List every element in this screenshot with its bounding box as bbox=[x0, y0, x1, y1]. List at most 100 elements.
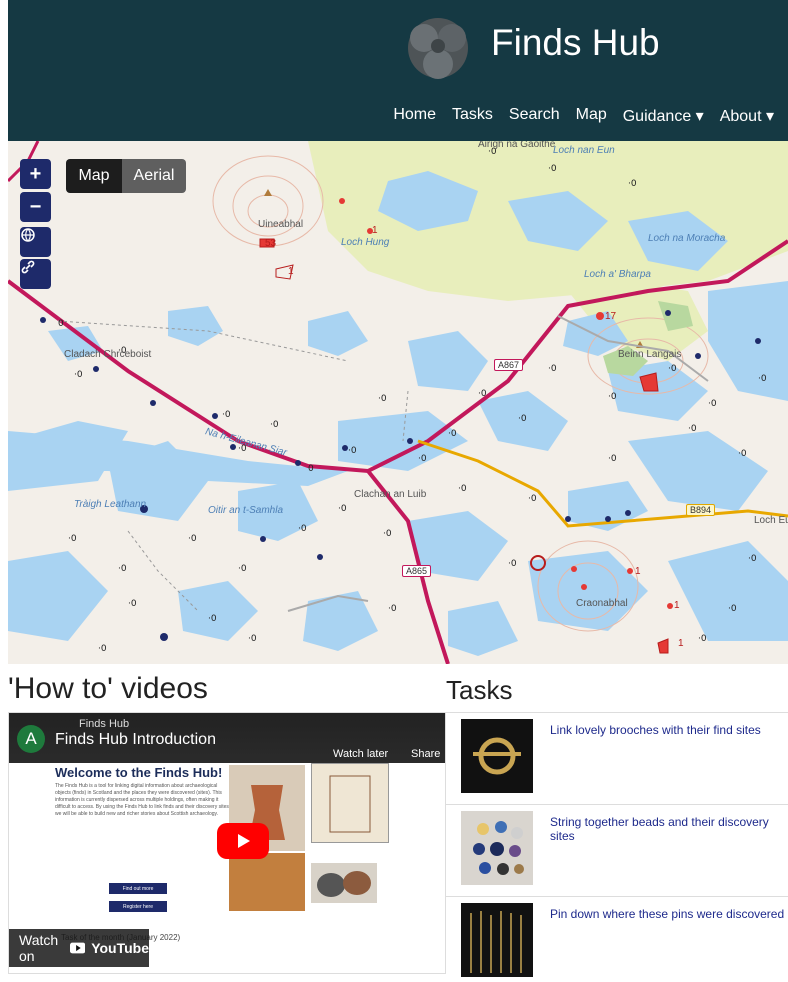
task-link[interactable]: Link lovely brooches with their find sit… bbox=[550, 723, 761, 737]
svg-text:·0: ·0 bbox=[418, 454, 427, 464]
svg-text:·0: ·0 bbox=[698, 634, 707, 644]
place-label: Beinn Langais bbox=[618, 349, 682, 360]
video-image-drawing bbox=[311, 763, 389, 843]
watch-later-button[interactable]: Watch later bbox=[333, 748, 388, 760]
place-label: Àirigh na Gaoithe bbox=[478, 141, 556, 150]
map-layer-button[interactable]: Map bbox=[66, 159, 122, 193]
svg-text:·0: ·0 bbox=[298, 524, 307, 534]
zoom-out-button[interactable]: − bbox=[20, 192, 51, 222]
water-label: Tràigh Leathann bbox=[74, 499, 147, 510]
place-label: Uineabhal bbox=[258, 219, 304, 230]
svg-text:·0: ·0 bbox=[270, 420, 279, 430]
finds-map[interactable]: 0·0·0 ·0·0·0 0·0·0 ·0·0·0 ·0·0·0 ·0·0·0 … bbox=[8, 141, 788, 664]
map-canvas: 0·0·0 ·0·0·0 0·0·0 ·0·0·0 ·0·0·0 ·0·0·0 … bbox=[8, 141, 788, 664]
svg-text:·0: ·0 bbox=[383, 529, 392, 539]
svg-text:·0: ·0 bbox=[548, 164, 557, 174]
svg-text:·0: ·0 bbox=[238, 564, 247, 574]
watch-on-label: Watch on bbox=[19, 932, 59, 964]
site-logo[interactable] bbox=[398, 12, 478, 84]
video-image-cist bbox=[229, 853, 305, 911]
watch-on-youtube-button[interactable]: Watch on YouTube bbox=[9, 929, 149, 967]
svg-text:·0: ·0 bbox=[728, 604, 737, 614]
place-label: Cladach Chrceboist bbox=[64, 349, 152, 360]
find-count[interactable]: 1 bbox=[372, 225, 378, 236]
find-out-more-button: Find out more bbox=[109, 883, 167, 894]
svg-text:·0: ·0 bbox=[128, 599, 137, 609]
find-count[interactable]: 17 bbox=[605, 311, 616, 322]
youtube-embed[interactable]: A Finds Hub Finds Hub Introduction Watch… bbox=[8, 712, 446, 974]
svg-text:·0: ·0 bbox=[748, 554, 757, 564]
svg-text:·0: ·0 bbox=[338, 504, 347, 514]
road-label: A865 bbox=[402, 565, 432, 577]
tasks-heading: Tasks bbox=[446, 675, 513, 705]
svg-text:·0: ·0 bbox=[348, 446, 357, 456]
svg-text:·0: ·0 bbox=[68, 534, 77, 544]
svg-text:·0: ·0 bbox=[98, 644, 107, 654]
road-label: A867 bbox=[494, 359, 524, 371]
video-channel[interactable]: Finds Hub bbox=[79, 718, 129, 730]
task-item[interactable]: Pin down where these pins were discovere… bbox=[446, 896, 788, 977]
site-header: Finds Hub Home Tasks Search Map Guidance… bbox=[8, 0, 788, 141]
svg-text:0: 0 bbox=[308, 464, 314, 474]
nav-home[interactable]: Home bbox=[393, 106, 436, 126]
svg-text:·0: ·0 bbox=[118, 564, 127, 574]
video-welcome-heading: Welcome to the Finds Hub! bbox=[55, 765, 223, 780]
globe-icon[interactable] bbox=[20, 227, 51, 257]
video-welcome-text: The Finds Hub is a tool for linking digi… bbox=[55, 783, 231, 817]
svg-text:·0: ·0 bbox=[458, 484, 467, 494]
task-item[interactable]: String together beads and their discover… bbox=[446, 804, 788, 896]
find-count[interactable]: 1 bbox=[288, 266, 294, 277]
svg-text:·0: ·0 bbox=[528, 494, 537, 504]
water-label: Loch na Moracha bbox=[648, 233, 726, 244]
task-thumbnail-pins[interactable] bbox=[461, 903, 533, 977]
find-count[interactable]: 1 bbox=[635, 566, 641, 577]
main-nav: Home Tasks Search Map Guidance ▾ About ▾ bbox=[393, 106, 774, 126]
task-link[interactable]: String together beads and their discover… bbox=[550, 815, 788, 843]
nav-map[interactable]: Map bbox=[576, 106, 607, 126]
youtube-icon bbox=[69, 942, 86, 954]
nav-guidance-dropdown[interactable]: Guidance ▾ bbox=[623, 106, 704, 126]
nav-about-dropdown[interactable]: About ▾ bbox=[720, 106, 774, 126]
aerial-layer-button[interactable]: Aerial bbox=[122, 159, 186, 193]
svg-text:·0: ·0 bbox=[608, 392, 617, 402]
task-link[interactable]: Pin down where these pins were discovere… bbox=[550, 907, 784, 921]
find-count[interactable]: 1 bbox=[674, 600, 680, 611]
water-label: Loch nan Eun bbox=[553, 145, 615, 156]
task-item[interactable]: Link lovely brooches with their find sit… bbox=[446, 712, 788, 804]
register-button: Register here bbox=[109, 901, 167, 912]
nav-search[interactable]: Search bbox=[509, 106, 560, 126]
videos-heading: 'How to' videos bbox=[8, 672, 208, 705]
svg-text:·0: ·0 bbox=[188, 534, 197, 544]
road-label: B894 bbox=[686, 504, 716, 516]
youtube-label: YouTube bbox=[91, 940, 149, 956]
layer-toggle: Map Aerial bbox=[66, 159, 186, 193]
find-count[interactable]: 53 bbox=[265, 238, 276, 249]
link-icon[interactable] bbox=[20, 259, 51, 289]
task-thumbnail-beads[interactable] bbox=[461, 811, 533, 885]
task-thumbnail-brooch[interactable] bbox=[461, 719, 533, 793]
svg-text:·0: ·0 bbox=[378, 394, 387, 404]
svg-text:·0: ·0 bbox=[738, 449, 747, 459]
svg-text:·0: ·0 bbox=[222, 410, 231, 420]
svg-text:·0: ·0 bbox=[478, 389, 487, 399]
channel-avatar[interactable]: A bbox=[17, 725, 45, 753]
zoom-in-button[interactable]: + bbox=[20, 159, 51, 189]
place-label: Clachan an Luib bbox=[354, 489, 427, 500]
video-title[interactable]: Finds Hub Introduction bbox=[55, 731, 216, 749]
svg-text:·0: ·0 bbox=[548, 364, 557, 374]
find-count[interactable]: 1 bbox=[678, 638, 684, 649]
svg-text:·0: ·0 bbox=[608, 454, 617, 464]
svg-text:·0: ·0 bbox=[758, 374, 767, 384]
svg-text:0: 0 bbox=[58, 319, 64, 329]
play-button[interactable] bbox=[217, 823, 269, 859]
place-label: Loch Eu bbox=[754, 515, 788, 526]
svg-text:·0: ·0 bbox=[518, 414, 527, 424]
video-top-bar: A Finds Hub Finds Hub Introduction Watch… bbox=[9, 713, 445, 763]
svg-text:·0: ·0 bbox=[208, 614, 217, 624]
site-title[interactable]: Finds Hub bbox=[491, 22, 660, 64]
video-image-beads bbox=[311, 863, 377, 903]
svg-text:·0: ·0 bbox=[388, 604, 397, 614]
svg-text:·0: ·0 bbox=[74, 370, 83, 380]
nav-tasks[interactable]: Tasks bbox=[452, 106, 493, 126]
share-button[interactable]: Share bbox=[411, 748, 440, 760]
